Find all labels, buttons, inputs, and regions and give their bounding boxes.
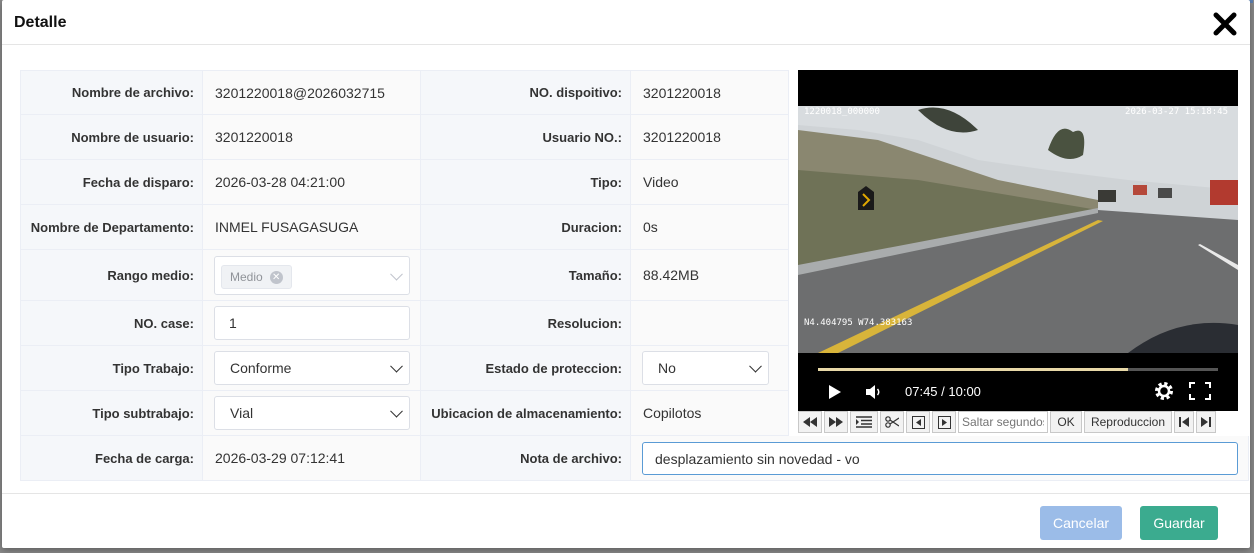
label-no-dispositivo: NO. dispoitivo: xyxy=(421,70,631,115)
value-ubicacion: Copilotos xyxy=(631,391,789,436)
ok-button[interactable]: OK xyxy=(1050,411,1082,433)
estado-proteccion-cell: No xyxy=(631,346,789,391)
label-tipo: Tipo: xyxy=(421,160,631,205)
scissors-icon xyxy=(885,416,899,428)
prev-frame-button[interactable] xyxy=(906,411,930,433)
rewind-button[interactable] xyxy=(798,411,822,433)
label-tipo-subtrabajo: Tipo subtrabajo: xyxy=(20,391,203,436)
value-tipo: Video xyxy=(631,160,789,205)
skip-start-icon xyxy=(1179,417,1189,427)
osd-channel: 1220018_000000 xyxy=(804,107,880,117)
modal-title: Detalle xyxy=(14,14,67,31)
label-nombre-usuario: Nombre de usuario: xyxy=(20,115,203,160)
tipo-subtrabajo-value: Vial xyxy=(230,405,254,421)
skip-end-icon xyxy=(1201,417,1211,427)
time-display: 07:45 / 10:00 xyxy=(905,384,981,399)
chevron-down-icon xyxy=(749,359,762,373)
label-no-case: NO. case: xyxy=(20,301,203,346)
label-fecha-carga: Fecha de carga: xyxy=(20,436,203,481)
progress-bar[interactable] xyxy=(818,368,1218,371)
play-icon[interactable] xyxy=(828,384,842,403)
fast-forward-button[interactable] xyxy=(824,411,848,433)
nota-archivo-cell: desplazamiento sin novedad - vo xyxy=(631,436,1249,481)
prev-frame-icon xyxy=(911,415,925,429)
label-nota-archivo: Nota de archivo: xyxy=(421,436,631,481)
tipo-subtrabajo-cell: Vial xyxy=(203,391,421,436)
rango-medio-cell: Medio ✕ xyxy=(203,250,421,301)
value-fecha-carga: 2026-03-29 07:12:41 xyxy=(203,436,421,481)
estado-proteccion-select[interactable]: No xyxy=(642,351,769,385)
no-case-cell: 1 xyxy=(203,301,421,346)
progress-fill xyxy=(818,368,1128,371)
tipo-trabajo-select[interactable]: Conforme xyxy=(214,351,410,385)
estado-proteccion-value: No xyxy=(658,360,676,376)
label-tipo-trabajo: Tipo Trabajo: xyxy=(20,346,203,391)
list-button[interactable] xyxy=(850,411,878,433)
tipo-trabajo-value: Conforme xyxy=(230,360,292,376)
label-nombre-archivo: Nombre de archivo: xyxy=(20,70,203,115)
value-no-dispositivo: 3201220018 xyxy=(631,70,789,115)
label-estado-proteccion: Estado de proteccion: xyxy=(421,346,631,391)
skip-end-button[interactable] xyxy=(1196,411,1216,433)
label-duracion: Duracion: xyxy=(421,205,631,250)
tag-remove-icon[interactable]: ✕ xyxy=(269,270,283,284)
value-fecha-disparo: 2026-03-28 04:21:00 xyxy=(203,160,421,205)
seek-seconds-input[interactable] xyxy=(958,411,1048,433)
modal-footer: Cancelar Guardar xyxy=(2,493,1250,549)
value-resolucion xyxy=(631,301,789,346)
label-resolucion: Resolucion: xyxy=(421,301,631,346)
modal-header: Detalle xyxy=(2,0,1250,45)
label-rango-medio: Rango medio: xyxy=(20,250,203,301)
medio-tag: Medio ✕ xyxy=(221,265,292,289)
chevron-down-icon xyxy=(390,267,403,281)
skip-start-button[interactable] xyxy=(1174,411,1194,433)
nota-archivo-input[interactable]: desplazamiento sin novedad - vo xyxy=(642,442,1238,475)
tipo-trabajo-cell: Conforme xyxy=(203,346,421,391)
no-case-input[interactable]: 1 xyxy=(214,306,410,340)
no-case-value: 1 xyxy=(229,315,237,331)
chevron-down-icon xyxy=(390,359,403,373)
detail-modal: Detalle Nombre de archivo: 3201220018@20… xyxy=(2,0,1250,548)
value-nombre-usuario: 3201220018 xyxy=(203,115,421,160)
rango-medio-select[interactable]: Medio ✕ xyxy=(214,256,410,295)
list-icon xyxy=(856,416,872,428)
osd-datetime: 2026-03-27 15:18:45 xyxy=(1125,107,1228,117)
label-fecha-disparo: Fecha de disparo: xyxy=(20,160,203,205)
volume-icon[interactable] xyxy=(864,383,882,404)
next-frame-icon xyxy=(937,415,951,429)
value-usuario-no: 3201220018 xyxy=(631,115,789,160)
nota-archivo-value: desplazamiento sin novedad - vo xyxy=(655,450,860,467)
value-tamano: 88.42MB xyxy=(631,250,789,301)
close-icon[interactable] xyxy=(1212,11,1238,37)
value-duracion: 0s xyxy=(631,205,789,250)
fast-forward-icon xyxy=(829,417,843,427)
video-player[interactable]: 1220018_000000 2026-03-27 15:18:45 N4.40… xyxy=(798,70,1238,411)
value-nombre-archivo: 3201220018@2026032715 xyxy=(203,70,421,115)
video-controls: 07:45 / 10:00 xyxy=(798,353,1238,411)
gear-icon[interactable] xyxy=(1154,381,1174,404)
save-button[interactable]: Guardar xyxy=(1140,506,1218,540)
modal-body: Nombre de archivo: 3201220018@2026032715… xyxy=(2,45,1250,493)
label-tamano: Tamaño: xyxy=(421,250,631,301)
medio-tag-label: Medio xyxy=(230,270,263,284)
label-ubicacion: Ubicacion de almacenamiento: xyxy=(421,391,631,436)
cut-button[interactable] xyxy=(880,411,904,433)
next-frame-button[interactable] xyxy=(932,411,956,433)
tipo-subtrabajo-select[interactable]: Vial xyxy=(214,396,410,430)
chevron-down-icon xyxy=(390,404,403,418)
label-departamento: Nombre de Departamento: xyxy=(20,205,203,250)
cancel-button[interactable]: Cancelar xyxy=(1040,506,1122,540)
playback-button[interactable]: Reproduccion xyxy=(1084,411,1172,433)
fullscreen-icon[interactable] xyxy=(1189,382,1211,403)
value-departamento: INMEL FUSAGASUGA xyxy=(203,205,421,250)
osd-gps: N4.404795 W74.383163 xyxy=(804,318,913,328)
player-toolbar: OK Reproduccion xyxy=(798,411,1238,435)
label-usuario-no: Usuario NO.: xyxy=(421,115,631,160)
rewind-icon xyxy=(803,417,817,427)
